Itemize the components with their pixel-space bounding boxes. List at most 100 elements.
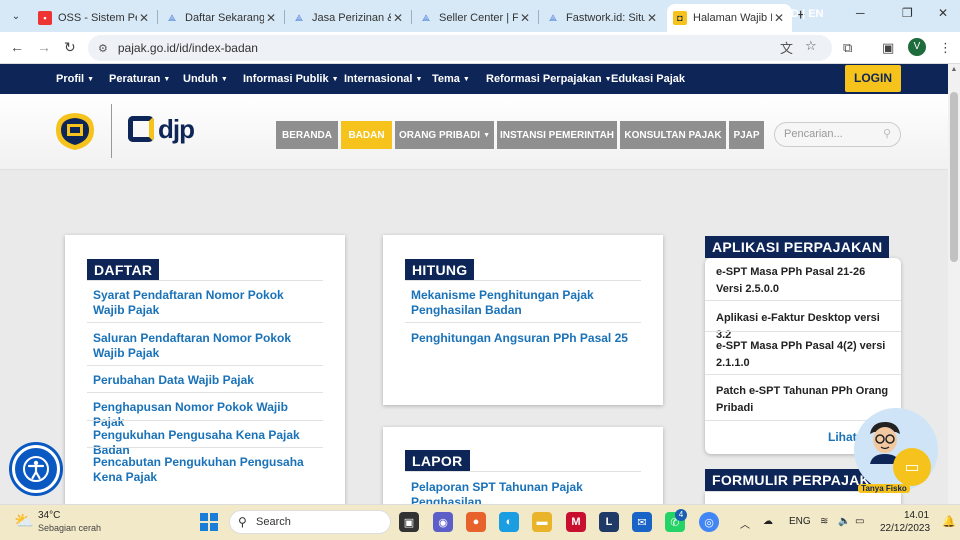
daftar-link[interactable]: Perubahan Data Wajib Pajak xyxy=(93,373,318,388)
file-explorer-icon[interactable]: ▬ xyxy=(532,512,552,532)
lang-en[interactable]: EN xyxy=(808,8,823,20)
menu-tema[interactable]: Tema ▼ xyxy=(432,64,470,94)
lang-id[interactable]: ID xyxy=(788,8,799,20)
menu-peraturan[interactable]: Peraturan ▼ xyxy=(109,64,170,94)
aplikasi-heading: APLIKASI PERPAJAKAN xyxy=(705,236,890,258)
hitung-link[interactable]: Mekanisme Penghitungan Pajak Penghasilan… xyxy=(411,288,611,318)
accessibility-icon xyxy=(23,456,49,482)
kemenkeu-emblem-icon[interactable] xyxy=(52,110,98,152)
reload-button[interactable]: ↻ xyxy=(64,39,76,56)
restore-button[interactable]: ❐ xyxy=(902,6,913,20)
accessibility-button[interactable] xyxy=(12,445,60,493)
url-text[interactable]: pajak.go.id/id/index-badan xyxy=(118,41,258,55)
menu-internasional[interactable]: Internasional ▼ xyxy=(344,64,422,94)
page-scrollbar[interactable]: ▲ xyxy=(948,64,960,504)
login-button[interactable]: LOGIN xyxy=(845,65,901,92)
bookmark-star-icon[interactable]: ☆ xyxy=(805,38,817,54)
clock-date[interactable]: 22/12/2023 xyxy=(880,523,930,534)
daftar-link[interactable]: Syarat Pendaftaran Nomor Pokok Wajib Paj… xyxy=(93,288,318,318)
scroll-up-icon[interactable]: ▲ xyxy=(948,66,960,73)
chrome-icon[interactable]: ◎ xyxy=(699,512,719,532)
side-panel-icon[interactable]: ▣ xyxy=(882,40,894,56)
close-icon[interactable]: ✕ xyxy=(518,11,532,25)
mail-icon[interactable]: ✉ xyxy=(632,512,652,532)
daftar-link[interactable]: Pencabutan Pengukuhan Pengusaha Kena Paj… xyxy=(93,455,318,485)
volume-icon[interactable]: 🔈 xyxy=(838,516,850,527)
search-icon[interactable]: ⚲ xyxy=(883,123,891,146)
language-indicator[interactable]: ENG xyxy=(789,516,811,527)
fastwork-favicon-icon: ⟁ xyxy=(421,12,431,23)
teams-icon[interactable]: ◉ xyxy=(433,512,453,532)
browser-tab-daftar[interactable]: ⟁ Daftar Sekarang, Mulai ✕ xyxy=(159,4,284,32)
back-button[interactable]: ← xyxy=(10,39,24,55)
scrollbar-thumb[interactable] xyxy=(950,92,958,262)
menu-reformasi-perpajakan[interactable]: Reformasi Perpajakan ▼ xyxy=(486,64,612,94)
daftar-link[interactable]: Saluran Pendaftaran Nomor Pokok Wajib Pa… xyxy=(93,331,318,361)
aplikasi-item[interactable]: e-SPT Masa PPh Pasal 21-26 Versi 2.5.0.0 xyxy=(716,264,891,298)
daftar-link[interactable]: Pengukuhan Pengusaha Kena Pajak Badan xyxy=(93,428,318,458)
aplikasi-item[interactable]: e-SPT Masa PPh Pasal 4(2) versi 2.1.1.0 xyxy=(716,338,891,372)
browser-tab-seller-center[interactable]: ⟁ Seller Center | Fastwork ✕ xyxy=(413,4,538,32)
hitung-link[interactable]: Penghitungan Angsuran PPh Pasal 25 xyxy=(411,331,636,346)
caret-down-icon: ▼ xyxy=(462,75,470,83)
firefox-icon[interactable]: ● xyxy=(466,512,486,532)
menu-profil[interactable]: Profil ▼ xyxy=(56,64,94,94)
browser-tab-fastwork[interactable]: ⟁ Fastwork.id: Situs Freelance ✕ xyxy=(540,4,665,32)
site-info-icon[interactable]: ⚙ xyxy=(98,42,108,55)
close-icon[interactable]: ✕ xyxy=(772,11,786,25)
wifi-icon[interactable]: ≋ xyxy=(820,516,828,527)
show-hidden-icons[interactable]: ︿ xyxy=(740,516,750,531)
nav-badan[interactable]: BADAN xyxy=(341,121,392,149)
oss-favicon-icon: ▪ xyxy=(38,11,52,25)
browser-tab-jasa-perizinan[interactable]: ⟁ Jasa Perizinan & Pendirian ✕ xyxy=(286,4,411,32)
edge-icon[interactable]: ◐ xyxy=(499,512,519,532)
chat-bubble-icon[interactable]: ▭ xyxy=(893,448,931,486)
nav-pjap[interactable]: PJAP xyxy=(729,121,764,149)
nav-instansi-pemerintah[interactable]: INSTANSI PEMERINTAH xyxy=(497,121,617,149)
site-top-nav: Profil ▼ Peraturan ▼ Unduh ▼ Informasi Publ… xyxy=(0,64,948,94)
caret-down-icon: ▼ xyxy=(331,75,339,83)
tab-title: Seller Center | Fastwork xyxy=(439,12,518,24)
translate-icon[interactable]: 文 xyxy=(780,38,793,57)
extensions-icon[interactable]: ⧉ xyxy=(843,40,852,56)
taskbar-search[interactable]: ⚲ Search xyxy=(229,510,391,534)
close-icon[interactable]: ✕ xyxy=(137,11,151,25)
browser-tab-halaman-wajib-pajak[interactable]: ◘ Halaman Wajib Pajak Badan ✕ xyxy=(667,4,792,32)
tab-search-button[interactable]: ⌄ xyxy=(6,6,26,26)
aplikasi-item[interactable]: Patch e-SPT Tahunan PPh Orang Pribadi xyxy=(716,383,891,417)
caret-down-icon: ▼ xyxy=(220,75,228,83)
partly-sunny-icon[interactable]: ⛅ xyxy=(14,511,34,531)
profile-avatar[interactable]: V xyxy=(908,38,926,56)
weather-description[interactable]: Sebagian cerah xyxy=(38,523,101,533)
lapor-heading: LAPOR xyxy=(405,450,470,472)
task-view-icon[interactable]: ▣ xyxy=(399,512,419,532)
djp-logo[interactable]: djp xyxy=(128,112,198,146)
close-icon[interactable]: ✕ xyxy=(391,11,405,25)
browser-menu-icon[interactable]: ⋮ xyxy=(939,40,952,56)
browser-tab-oss[interactable]: ▪ OSS - Sistem Perizinan ✕ xyxy=(32,4,157,32)
search-icon: ⚲ xyxy=(238,515,247,529)
daftar-link[interactable]: Penghapusan Nomor Pokok Wajib Pajak xyxy=(93,400,318,430)
nav-orang-pribadi[interactable]: ORANG PRIBADI ▼ xyxy=(395,121,494,149)
close-icon[interactable]: ✕ xyxy=(645,11,659,25)
clock-time[interactable]: 14.01 xyxy=(904,510,929,521)
address-bar[interactable]: ⚙ pajak.go.id/id/index-badan xyxy=(88,35,832,61)
nav-konsultan-pajak[interactable]: KONSULTAN PAJAK xyxy=(620,121,726,149)
menu-edukasi-pajak[interactable]: Edukasi Pajak xyxy=(611,64,685,94)
close-window-button[interactable]: ✕ xyxy=(938,6,948,20)
menu-informasi-publik[interactable]: Informasi Publik ▼ xyxy=(243,64,339,94)
forward-button[interactable]: → xyxy=(37,39,51,55)
minimize-button[interactable]: ─ xyxy=(856,6,865,20)
menu-unduh[interactable]: Unduh ▼ xyxy=(183,64,228,94)
start-button[interactable] xyxy=(200,513,218,531)
mcafee-icon[interactable]: M xyxy=(566,512,586,532)
nav-beranda[interactable]: BERANDA xyxy=(276,121,338,149)
close-icon[interactable]: ✕ xyxy=(264,11,278,25)
app-l-icon[interactable]: L xyxy=(599,512,619,532)
weather-temperature[interactable]: 34°C xyxy=(38,510,60,521)
onedrive-icon[interactable]: ☁ xyxy=(763,516,773,527)
notification-bell-icon[interactable]: 🔔 xyxy=(942,515,956,528)
site-search-input[interactable]: Pencarian... ⚲ xyxy=(774,122,901,147)
battery-icon[interactable]: ▭ xyxy=(855,516,864,527)
tab-title: Halaman Wajib Pajak Badan xyxy=(693,12,772,24)
